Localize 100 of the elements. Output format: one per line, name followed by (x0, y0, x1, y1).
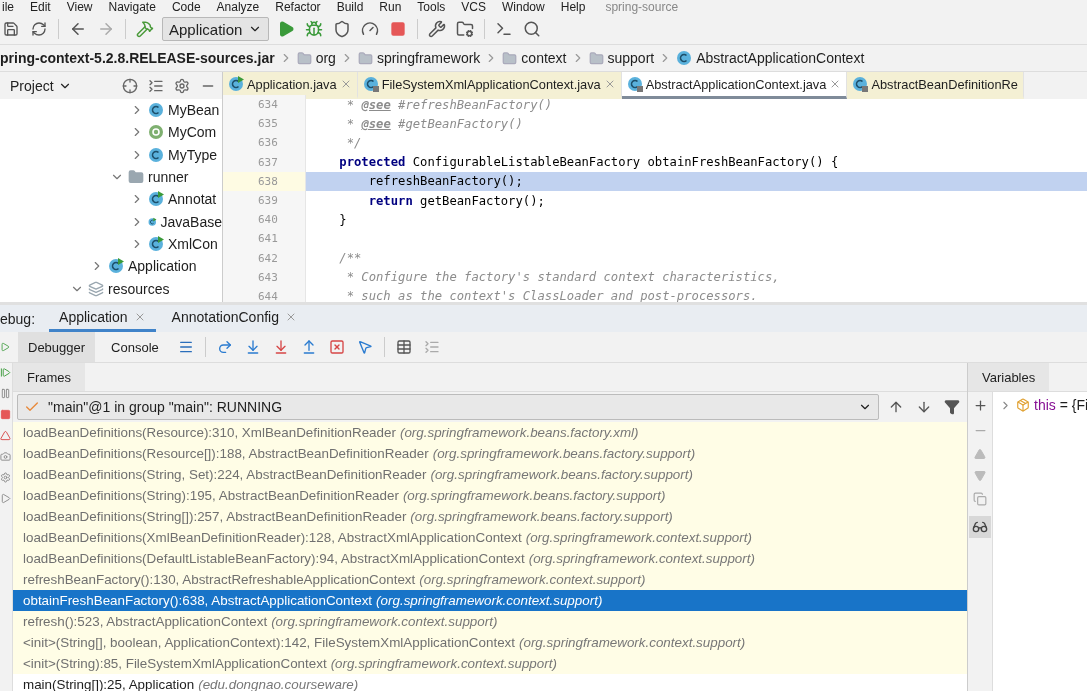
stack-frame[interactable]: refreshBeanFactory():130, AbstractRefreshableApplicationContext (org.springframework.context.support) (13, 569, 967, 590)
annotation-icon (148, 124, 164, 141)
code-line: return getBeanFactory(); (367, 192, 546, 210)
copy-icon[interactable] (973, 492, 987, 506)
code-line: * @see #refreshBeanFactory() (345, 96, 554, 114)
line-number: 634 (223, 95, 306, 115)
stack-frame[interactable]: <init>(String):85, FileSystemXmlApplicationContext (org.springframework.context.support) (13, 653, 967, 674)
variables-tab[interactable]: Variables (968, 363, 1050, 391)
breadcrumb[interactable]: AbstractApplicationContext (696, 50, 865, 66)
tree-item[interactable]: Application (0, 255, 222, 278)
settings-icon[interactable] (174, 77, 190, 94)
folder-icon (128, 169, 144, 186)
stop-icon[interactable] (0, 409, 11, 420)
menu-item[interactable]: VCS (461, 0, 487, 14)
tree-item[interactable]: resources (0, 277, 222, 300)
stack-frame[interactable]: loadBeanDefinitions(String[]):257, AbstractBeanDefinitionReader (org.springframework.beans.factory.support) (13, 506, 967, 527)
menu-item[interactable]: View (66, 0, 93, 14)
menu-item[interactable]: Code (171, 0, 201, 14)
stack-frame[interactable]: refresh():523, AbstractApplicationContext (org.springframework.context.support) (13, 611, 967, 632)
breakpoints-icon[interactable] (0, 430, 11, 441)
line-number: 641 (223, 229, 306, 249)
editor-tab[interactable]: AbstractApplicationContext.java (621, 72, 848, 99)
crosshair-icon[interactable] (122, 77, 138, 94)
tree-item[interactable]: XmlCon (0, 232, 222, 256)
frames-tab[interactable]: Frames (13, 363, 86, 391)
run-configuration-dropdown[interactable]: Application (162, 17, 270, 41)
tree-item[interactable]: runner (0, 165, 222, 189)
stack-frame[interactable]: loadBeanDefinitions(DefaultListableBeanFactory):94, AbstractXmlApplicationContext (org.springframework.context.support) (13, 548, 967, 569)
folder-icon (88, 280, 104, 297)
settings-icon[interactable] (0, 472, 11, 483)
tree-item[interactable]: JavaBase (0, 210, 222, 233)
stack-frame[interactable]: obtainFreshBeanFactory():638, AbstractApplicationContext (org.springframework.context.support) (13, 590, 967, 611)
code-line: * Configure the factory's standard context characteristics, (345, 269, 781, 287)
class-icon (148, 235, 164, 252)
glasses-icon[interactable] (969, 516, 991, 538)
project-title: spring-source (605, 0, 679, 14)
debugger-tab[interactable]: Console (101, 332, 169, 362)
folder-icon (357, 50, 373, 66)
stack-frame[interactable]: loadBeanDefinitions(String):195, AbstractBeanDefinitionReader (org.springframework.beans.factory.support) (13, 485, 967, 506)
folder-icon (296, 50, 312, 66)
class-icon (362, 76, 379, 92)
class-icon (148, 102, 164, 119)
breadcrumb[interactable]: context (521, 50, 567, 66)
tree-item[interactable]: MyCom (0, 121, 222, 144)
pause-icon[interactable] (0, 388, 11, 399)
folder-icon (588, 50, 604, 66)
menu-item[interactable]: Analyze (216, 0, 260, 14)
tree-item[interactable]: Annotat (0, 188, 222, 211)
menu-item[interactable]: Edit (30, 0, 51, 14)
camera-icon[interactable] (0, 451, 11, 462)
editor-tab[interactable]: FileSystemXmlApplicationContext.java (357, 72, 622, 99)
stack-frame[interactable]: <init>(String[], boolean, ApplicationContext):142, FileSystemXmlApplicationContext (org.springframework.context.support) (13, 632, 967, 653)
line-number: 640 (223, 210, 306, 230)
stack-frame[interactable]: loadBeanDefinitions(Resource[]):188, AbstractBeanDefinitionReader (org.springframework.beans.factory.support) (13, 443, 967, 464)
stack-frame[interactable]: loadBeanDefinitions(String, Set):224, AbstractBeanDefinitionReader (org.springframework.beans.factory.support) (13, 464, 967, 485)
debug-label: ebug: (0, 310, 37, 327)
play-icon[interactable] (0, 342, 10, 352)
breadcrumb[interactable]: support (607, 50, 655, 66)
class-icon (626, 76, 643, 92)
class-icon (228, 76, 244, 92)
tree-item[interactable]: MyBean (0, 99, 222, 122)
breadcrumb[interactable]: pring-context-5.2.8.RELEASE-sources.jar (0, 50, 275, 66)
plus-icon[interactable] (972, 398, 988, 413)
menu-item[interactable]: Window (502, 0, 545, 14)
menu-item[interactable]: ile (2, 0, 14, 14)
tree-item[interactable]: MyType (0, 143, 222, 166)
code-line: protected ConfigurableListableBeanFactory obtainFreshBeanFactory() { (338, 154, 840, 172)
thread-dropdown[interactable]: "main"@1 in group "main": RUNNING (17, 394, 879, 420)
class-icon (852, 76, 869, 92)
resume-icon[interactable] (0, 367, 11, 378)
folder-icon (502, 50, 518, 66)
line-number: 636 (223, 133, 306, 153)
line-number: 635 (223, 114, 306, 134)
collapse-icon[interactable] (148, 77, 164, 94)
code-line: } (338, 211, 348, 229)
class-icon (676, 50, 693, 66)
editor-tab[interactable]: AbstractBeanDefinitionRe (847, 72, 1024, 99)
code-line: /** (338, 250, 363, 268)
menu-item[interactable]: Help (560, 0, 586, 14)
editor-tab[interactable]: Application.java (223, 72, 358, 99)
class-icon (148, 146, 164, 163)
code-line: */ (345, 134, 363, 152)
field-icon (1016, 398, 1030, 412)
class-icon (108, 258, 124, 275)
play-icon[interactable] (0, 493, 11, 504)
code-line: * such as the context's ClassLoader and post-processors. (345, 288, 759, 302)
breadcrumb[interactable]: springframework (376, 50, 481, 66)
menu-item[interactable]: Navigate (108, 0, 156, 14)
stack-frame[interactable]: loadBeanDefinitions(XmlBeanDefinitionReader):128, AbstractXmlApplicationContext (org.springframework.context.support) (13, 527, 967, 548)
class-icon (148, 191, 164, 208)
variable-value: = {Fi (1059, 397, 1087, 413)
code-line: * @see #getBeanFactory() (345, 115, 524, 133)
menu-item[interactable]: Build (336, 0, 364, 14)
breadcrumb[interactable]: org (315, 50, 336, 66)
menu-item[interactable]: Refactor (275, 0, 321, 14)
debug-session-tab[interactable]: AnnotationConfig (161, 305, 307, 332)
menu-item[interactable]: Tools (417, 0, 446, 14)
stack-frame[interactable]: loadBeanDefinitions(Resource):310, XmlBeanDefinitionReader (org.springframework.beans.factory.xml) (13, 422, 967, 443)
debugger-tab[interactable]: Debugger (18, 332, 96, 362)
menu-item[interactable]: Run (379, 0, 402, 14)
